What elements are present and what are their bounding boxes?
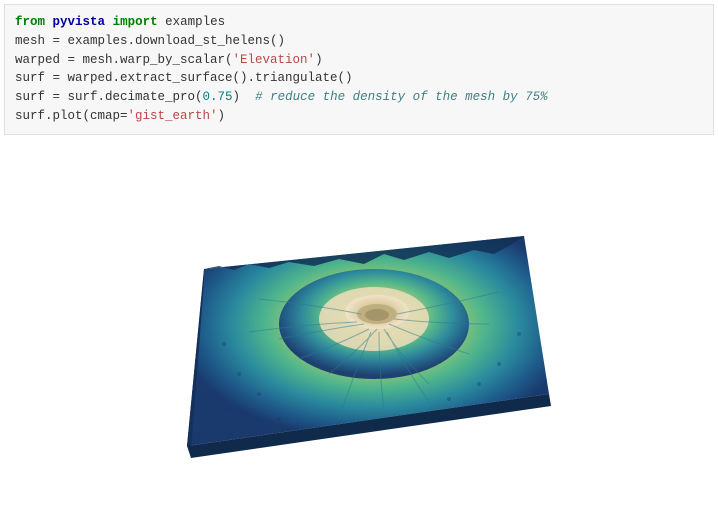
string-literal: 'Elevation' (233, 53, 316, 67)
code-line-3-pre: warped = mesh.warp_by_scalar( (15, 53, 233, 67)
plot-output[interactable] (0, 139, 718, 519)
code-block: from pyvista import examples mesh = exam… (4, 4, 714, 135)
module-name: pyvista (53, 15, 106, 29)
code-line-2: mesh = examples.download_st_helens() (15, 34, 285, 48)
string-literal: 'gist_earth' (128, 109, 218, 123)
number-literal: 0.75 (203, 90, 233, 104)
code-line-4: surf = warped.extract_surface().triangul… (15, 71, 353, 85)
comment: # reduce the density of the mesh by 75% (255, 90, 548, 104)
code-line-6-post: ) (218, 109, 226, 123)
import-name: examples (165, 15, 225, 29)
code-line-5-mid: ) (233, 90, 256, 104)
keyword-import: import (113, 15, 158, 29)
code-line-6-pre: surf.plot(cmap= (15, 109, 128, 123)
code-line-3-post: ) (315, 53, 323, 67)
terrain-3d-surface (129, 174, 589, 484)
keyword-from: from (15, 15, 45, 29)
code-line-5-pre: surf = surf.decimate_pro( (15, 90, 203, 104)
